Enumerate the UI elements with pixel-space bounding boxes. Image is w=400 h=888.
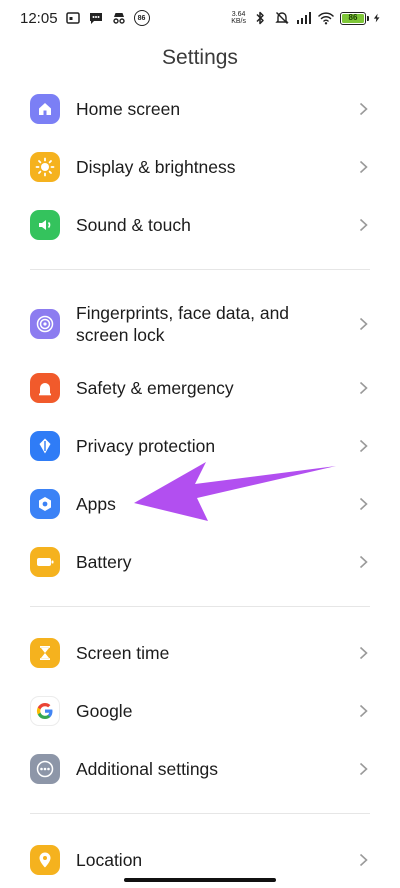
settings-item-apps[interactable]: Apps — [0, 489, 400, 519]
chevron-right-icon — [359, 439, 368, 453]
item-label: Sound & touch — [76, 215, 191, 235]
calendar-icon — [65, 12, 80, 24]
signal-icon — [297, 12, 311, 24]
item-label: Fingerprints, face data, and screen lock — [76, 303, 290, 345]
section-divider — [30, 606, 370, 607]
notification-badge: 86 — [133, 10, 150, 26]
message-icon — [89, 13, 102, 24]
status-right: 3.64 KB/s 86 — [231, 10, 382, 26]
settings-item-screen-time[interactable]: Screen time — [0, 638, 400, 668]
settings-item-fingerprints[interactable]: Fingerprints, face data, and screen lock — [0, 302, 400, 346]
battery-level: 86 — [342, 13, 364, 23]
wifi-icon — [318, 12, 334, 25]
home-icon — [30, 94, 60, 124]
mute-bell-icon — [275, 12, 289, 24]
emergency-icon — [30, 373, 60, 403]
network-speed-value: 3.64 — [231, 11, 246, 18]
speaker-icon — [30, 210, 60, 240]
incognito-icon — [112, 13, 125, 24]
apps-gear-icon — [30, 489, 60, 519]
settings-item-safety-emergency[interactable]: Safety & emergency — [0, 373, 400, 403]
settings-item-home-screen[interactable]: Home screen — [0, 94, 400, 124]
more-icon — [30, 754, 60, 784]
battery-indicator: 86 — [340, 11, 369, 25]
location-pin-icon — [30, 845, 60, 875]
chevron-right-icon — [359, 497, 368, 511]
settings-item-location[interactable]: Location — [0, 845, 400, 875]
sun-icon — [30, 152, 60, 182]
settings-item-google[interactable]: Google — [0, 696, 400, 726]
settings-item-privacy-protection[interactable]: Privacy protection — [0, 431, 400, 461]
home-indicator-bar[interactable] — [124, 878, 276, 882]
fingerprint-icon — [30, 309, 60, 339]
item-label: Home screen — [76, 99, 181, 119]
item-label: Google — [76, 701, 133, 721]
battery-icon — [30, 547, 60, 577]
network-speed: 3.64 KB/s — [231, 11, 246, 25]
item-label: Apps — [76, 494, 116, 514]
section-divider — [30, 813, 370, 814]
shield-icon — [30, 431, 60, 461]
item-label: Battery — [76, 552, 132, 572]
item-label: Display & brightness — [76, 157, 236, 177]
item-label: Screen time — [76, 643, 170, 663]
chevron-right-icon — [359, 555, 368, 569]
chevron-right-icon — [359, 704, 368, 718]
google-icon — [30, 696, 60, 726]
chevron-right-icon — [359, 317, 368, 331]
hourglass-icon — [30, 638, 60, 668]
settings-item-display-brightness[interactable]: Display & brightness — [0, 152, 400, 182]
chevron-right-icon — [359, 102, 368, 116]
chevron-right-icon — [359, 762, 368, 776]
section-divider — [30, 269, 370, 270]
settings-item-additional-settings[interactable]: Additional settings — [0, 754, 400, 784]
status-left: 12:05 86 — [20, 10, 150, 27]
bluetooth-icon — [256, 11, 264, 25]
item-label: Additional settings — [76, 759, 219, 779]
item-label: Privacy protection — [76, 436, 216, 456]
chevron-right-icon — [359, 646, 368, 660]
charging-bolt-icon — [373, 13, 380, 23]
chevron-right-icon — [359, 381, 368, 395]
chevron-right-icon — [359, 853, 368, 867]
item-label: Safety & emergency — [76, 378, 234, 398]
settings-item-sound-touch[interactable]: Sound & touch — [0, 210, 400, 240]
chevron-right-icon — [359, 218, 368, 232]
status-time: 12:05 — [20, 9, 58, 27]
network-speed-unit: KB/s — [231, 18, 246, 25]
settings-item-battery[interactable]: Battery — [0, 547, 400, 577]
status-bar: 12:05 86 3.64 KB/s 86 — [0, 0, 400, 36]
page-title: Settings — [162, 46, 238, 69]
chevron-right-icon — [359, 160, 368, 174]
item-label: Location — [76, 850, 143, 870]
